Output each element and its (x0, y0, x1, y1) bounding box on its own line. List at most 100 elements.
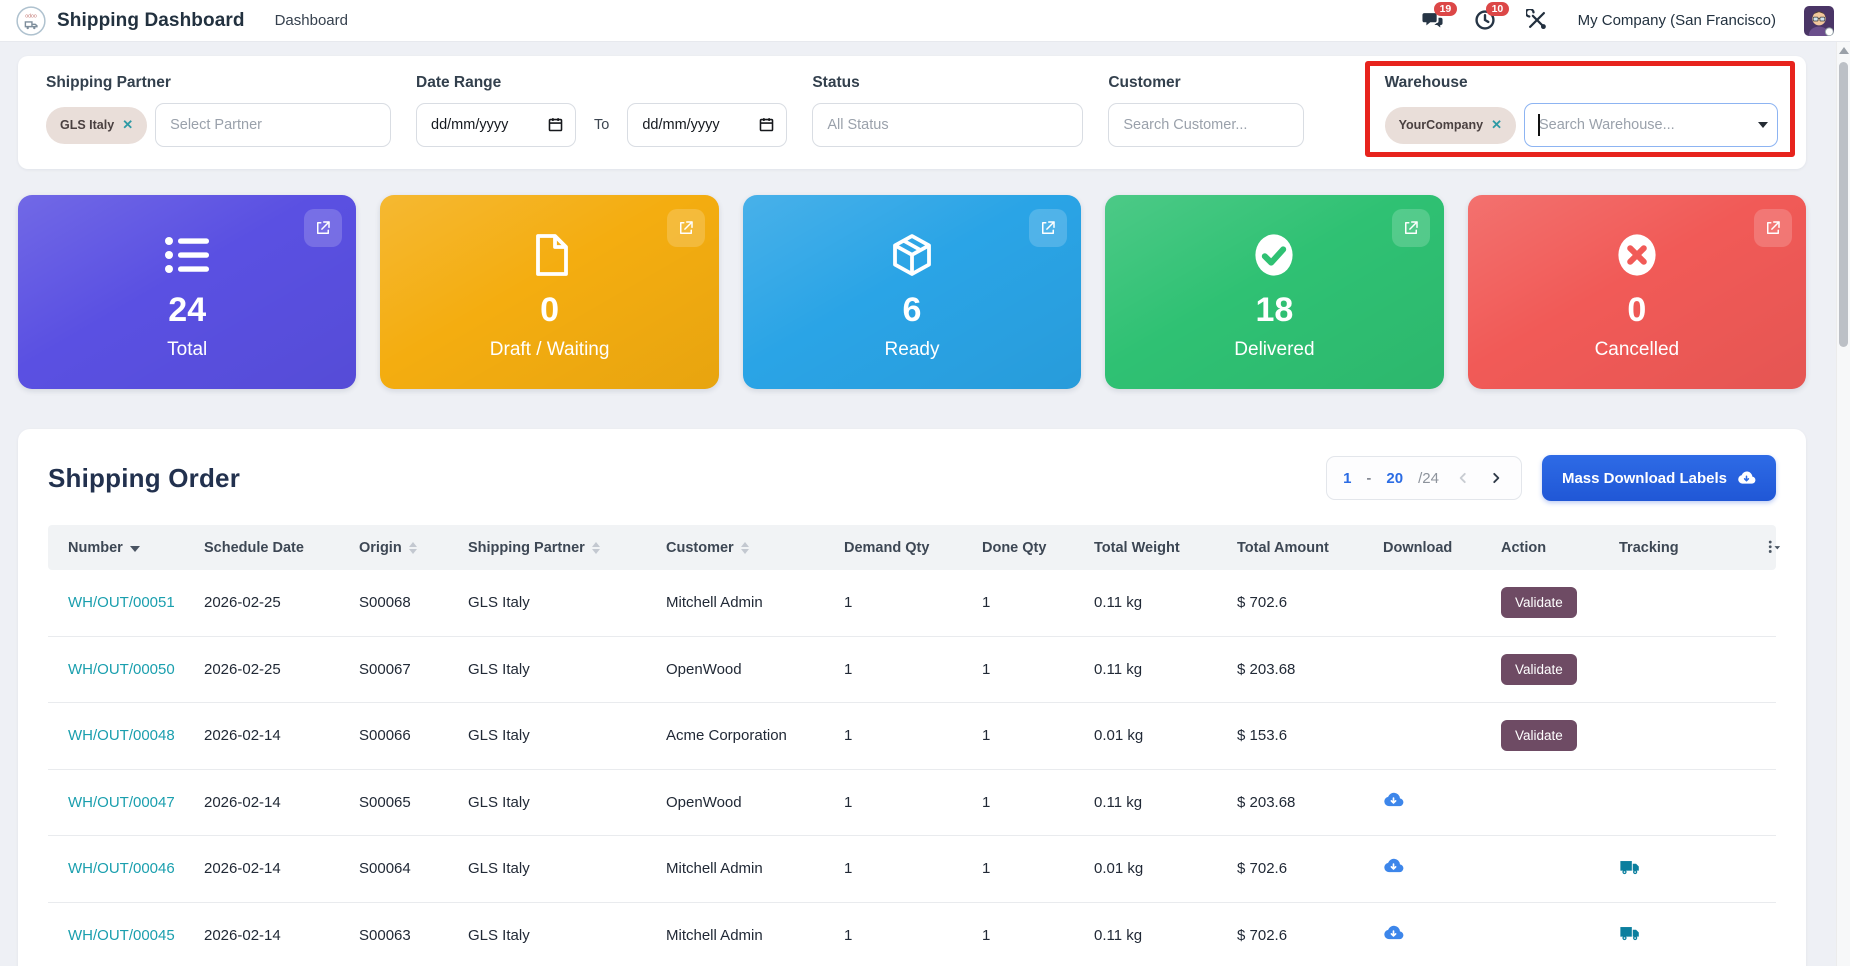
stat-label: Draft / Waiting (490, 339, 610, 361)
cloud-download-icon (1383, 790, 1404, 811)
order-number-link[interactable]: WH/OUT/00047 (48, 794, 204, 811)
mass-download-labels-button[interactable]: Mass Download Labels (1542, 455, 1776, 501)
customer-label: Customer (1108, 74, 1304, 92)
sort-desc-icon (130, 546, 140, 552)
column-header[interactable]: Download (1383, 540, 1501, 556)
date-range-separator: To (594, 117, 609, 133)
table-row: WH/OUT/00047 2026-02-14 S00065 GLS Italy… (48, 770, 1776, 837)
column-header[interactable]: Action (1501, 540, 1619, 556)
external-link-button[interactable] (1754, 209, 1792, 247)
column-header[interactable]: Total Amount (1237, 540, 1383, 556)
warehouse-label: Warehouse (1385, 74, 1778, 92)
shipping-partner-tag[interactable]: GLS Italy✕ (46, 107, 147, 144)
cube-icon (888, 229, 936, 281)
stat-card-ready[interactable]: 6 Ready (743, 195, 1081, 389)
warehouse-search-input[interactable] (1524, 103, 1778, 147)
column-header[interactable]: Done Qty (982, 540, 1094, 556)
external-link-button[interactable] (304, 209, 342, 247)
stat-card-delivered[interactable]: 18 Delivered (1105, 195, 1443, 389)
date-to-input[interactable] (627, 103, 787, 147)
schedule-date-cell: 2026-02-25 (204, 661, 359, 678)
schedule-date-cell: 2026-02-14 (204, 860, 359, 877)
company-switcher[interactable]: My Company (San Francisco) (1578, 12, 1776, 29)
activities-badge: 10 (1486, 2, 1510, 17)
total-amount-cell: $ 203.68 (1237, 794, 1383, 811)
stat-card-cancelled[interactable]: 0 Cancelled (1468, 195, 1806, 389)
schedule-date-cell: 2026-02-14 (204, 927, 359, 944)
pagination: 1 - 20 /24 (1326, 456, 1522, 500)
vertical-scrollbar[interactable] (1836, 42, 1850, 966)
status-input[interactable] (812, 103, 1083, 147)
stat-value: 18 (1256, 293, 1294, 327)
order-number-link[interactable]: WH/OUT/00045 (48, 927, 204, 944)
external-link-button[interactable] (667, 209, 705, 247)
column-header[interactable]: Origin (359, 540, 468, 556)
order-number-link[interactable]: WH/OUT/00046 (48, 860, 204, 877)
stat-label: Delivered (1234, 339, 1314, 361)
shipping-orders-panel: Shipping Order 1 - 20 /24 Mass Download … (18, 429, 1806, 966)
table-row: WH/OUT/00046 2026-02-14 S00064 GLS Italy… (48, 836, 1776, 903)
table-row: WH/OUT/00050 2026-02-25 S00067 GLS Italy… (48, 637, 1776, 704)
column-header[interactable]: Customer (666, 540, 844, 556)
order-number-link[interactable]: WH/OUT/00050 (48, 661, 204, 678)
stat-label: Total (167, 339, 207, 361)
menu-dashboard[interactable]: Dashboard (275, 12, 348, 29)
warehouse-tag[interactable]: YourCompany✕ (1385, 107, 1516, 144)
shipping-partner-input[interactable] (155, 103, 391, 147)
column-header[interactable]: Schedule Date (204, 540, 359, 556)
origin-cell: S00064 (359, 860, 468, 877)
validate-button[interactable]: Validate (1501, 720, 1577, 751)
column-header[interactable]: Shipping Partner (468, 540, 666, 556)
column-header[interactable]: Tracking (1619, 540, 1751, 556)
total-amount-cell: $ 203.68 (1237, 661, 1383, 678)
done-qty-cell: 1 (982, 794, 1094, 811)
activities-button[interactable]: 10 (1474, 9, 1498, 33)
page-separator: - (1366, 470, 1371, 487)
messages-button[interactable]: 19 (1422, 9, 1446, 33)
column-header[interactable]: Demand Qty (844, 540, 982, 556)
remove-tag-icon[interactable]: ✕ (1491, 117, 1502, 133)
orders-table-body: WH/OUT/00051 2026-02-25 S00068 GLS Italy… (48, 570, 1776, 966)
stat-card-draft-waiting[interactable]: 0 Draft / Waiting (380, 195, 718, 389)
shipping-partner-cell: GLS Italy (468, 594, 666, 611)
column-header[interactable]: Total Weight (1094, 540, 1237, 556)
main-content: Shipping Partner GLS Italy✕ Date Range T… (0, 42, 1836, 966)
validate-button[interactable]: Validate (1501, 587, 1577, 618)
app-logo[interactable]: odoo (16, 6, 46, 36)
customer-cell: Acme Corporation (666, 727, 844, 744)
tracking-truck-icon[interactable] (1619, 922, 1641, 944)
tracking-truck-icon[interactable] (1619, 856, 1641, 878)
next-page-button[interactable] (1487, 469, 1505, 487)
remove-tag-icon[interactable]: ✕ (122, 117, 133, 133)
download-label-button[interactable] (1383, 856, 1404, 877)
external-link-button[interactable] (1392, 209, 1430, 247)
download-label-button[interactable] (1383, 790, 1404, 811)
column-options-cell[interactable] (1751, 539, 1788, 556)
filters-panel: Shipping Partner GLS Italy✕ Date Range T… (18, 56, 1806, 169)
demand-qty-cell: 1 (844, 661, 982, 678)
shipping-partner-cell: GLS Italy (468, 860, 666, 877)
stat-card-total[interactable]: 24 Total (18, 195, 356, 389)
date-from-input[interactable] (416, 103, 576, 147)
scrollbar-thumb[interactable] (1839, 62, 1848, 347)
list-icon (163, 229, 211, 281)
total-weight-cell: 0.11 kg (1094, 794, 1237, 811)
validate-button[interactable]: Validate (1501, 654, 1577, 685)
table-header: NumberSchedule DateOriginShipping Partne… (48, 525, 1776, 570)
file-icon (526, 229, 574, 281)
external-link-button[interactable] (1029, 209, 1067, 247)
customer-input[interactable] (1108, 103, 1304, 147)
wrench-icon (1526, 9, 1548, 31)
prev-page-button[interactable] (1454, 469, 1472, 487)
total-amount-cell: $ 702.6 (1237, 594, 1383, 611)
tools-button[interactable] (1526, 9, 1550, 33)
origin-cell: S00068 (359, 594, 468, 611)
download-label-button[interactable] (1383, 923, 1404, 944)
order-number-link[interactable]: WH/OUT/00051 (48, 594, 204, 611)
scroll-up-arrow-icon[interactable] (1839, 47, 1849, 54)
date-range-label: Date Range (416, 74, 787, 92)
demand-qty-cell: 1 (844, 594, 982, 611)
user-avatar[interactable] (1804, 6, 1834, 36)
order-number-link[interactable]: WH/OUT/00048 (48, 727, 204, 744)
column-header[interactable]: Number (48, 540, 204, 556)
